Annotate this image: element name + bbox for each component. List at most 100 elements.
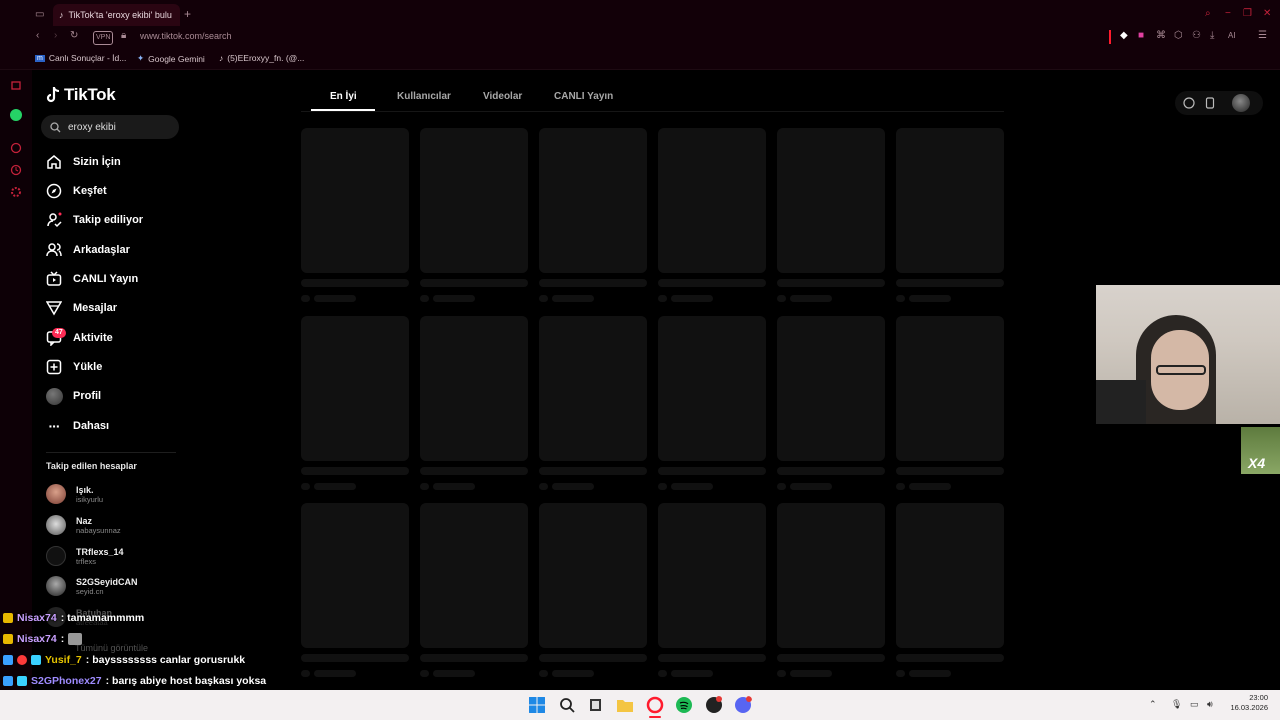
nav-mesajlar[interactable]: Mesajlar <box>45 298 117 318</box>
minimize-icon[interactable]: − <box>1225 9 1231 19</box>
player-icon[interactable] <box>10 142 22 154</box>
glasses <box>1156 365 1206 375</box>
clock-date: 16.03.2026 <box>1230 703 1268 712</box>
nav-label: Keşfet <box>73 185 107 197</box>
tiktok-logo[interactable]: TikTok <box>45 85 116 105</box>
nav-arkadaslar[interactable]: Arkadaşlar <box>45 240 130 260</box>
multiplier-label: X4 <box>1248 455 1266 471</box>
nav-kesfet[interactable]: Keşfet <box>45 181 107 201</box>
video-card-skeleton <box>420 316 528 461</box>
windows-start-icon[interactable] <box>528 696 546 714</box>
opera-sidebar <box>0 0 32 690</box>
username-skeleton <box>552 295 594 302</box>
system-clock[interactable]: 23:00 16.03.2026 <box>1228 693 1268 713</box>
extensions-icon[interactable]: ⬡ <box>1174 31 1183 41</box>
tab-videolar[interactable]: Videolar <box>483 91 522 102</box>
home-icon <box>45 153 63 171</box>
bookmark-1[interactable]: m Canlı Sonuçlar - İd... <box>35 53 126 63</box>
see-all-link[interactable]: Tümünü görüntüle <box>75 643 148 653</box>
opera-gx-taskbar-icon[interactable] <box>646 696 664 714</box>
webcam-overlay <box>1096 285 1280 424</box>
file-explorer-icon[interactable] <box>616 696 634 714</box>
nav-profil[interactable]: Profil <box>45 386 101 406</box>
nav-yukle[interactable]: Yükle <box>45 357 102 377</box>
avatar-skeleton <box>896 670 905 677</box>
tiktok-page <box>32 71 1280 690</box>
extension-2-icon[interactable]: ■ <box>1138 31 1144 41</box>
caption-skeleton <box>658 654 766 662</box>
menu-icon[interactable]: ☰ <box>1258 31 1267 41</box>
tab-en-iyi[interactable]: En İyi <box>330 91 357 102</box>
spotify-icon[interactable] <box>675 696 693 714</box>
browser-tab[interactable]: ♪ TikTok'ta 'eroxy ekibi' bulu <box>53 4 180 26</box>
tab-menu-icon[interactable]: ▭ <box>35 10 44 20</box>
nav-dahasi[interactable]: ··· Dahası <box>45 416 110 436</box>
caption-skeleton <box>539 654 647 662</box>
video-card-skeleton <box>658 316 766 461</box>
account-handle: nabaysunnaz <box>76 525 121 535</box>
messages-icon <box>45 299 63 317</box>
explore-icon[interactable] <box>1183 97 1195 109</box>
video-card-skeleton <box>658 503 766 648</box>
video-card-skeleton <box>301 128 409 273</box>
url-field[interactable]: www.tiktok.com/search <box>140 31 232 41</box>
bookmark-3[interactable]: ♪ (5)EEroxyy_fn. (@... <box>219 53 304 63</box>
tray-chevron-icon[interactable]: ⌃ <box>1149 699 1157 710</box>
nav-label: Arkadaşlar <box>73 244 130 256</box>
account-item[interactable]: TRflexs_14 trflexs <box>46 546 124 566</box>
nav-canli-yayin[interactable]: CANLI Yayın <box>45 269 138 289</box>
vpn-badge[interactable]: VPN <box>93 31 114 45</box>
following-accounts-title: Takip edilen hesaplar <box>46 461 137 471</box>
caption-skeleton <box>777 467 885 475</box>
account-item[interactable]: Naz nabaysunnaz <box>46 515 121 535</box>
chat-message: Nisax74 : tamamammmm <box>3 612 144 624</box>
volume-icon[interactable]: 🔊︎ <box>1207 699 1213 710</box>
bookmark-2[interactable]: ✦ Google Gemini <box>137 53 205 64</box>
account-name: Işık. <box>76 484 94 495</box>
account-handle: trflexs <box>76 556 97 566</box>
avatar-skeleton <box>420 670 429 677</box>
display-icon[interactable]: ▭ <box>1190 699 1199 710</box>
discord-icon[interactable] <box>734 696 752 714</box>
lock-icon[interactable]: 🔒︎ <box>121 31 126 41</box>
nav-label: Profil <box>73 390 102 402</box>
username-skeleton <box>671 483 713 490</box>
user-avatar[interactable] <box>1232 94 1250 112</box>
username-skeleton <box>314 670 356 677</box>
phone-icon[interactable] <box>1205 97 1215 109</box>
maximize-icon[interactable]: ❐ <box>1243 9 1252 19</box>
ai-button[interactable]: AI <box>1228 31 1236 41</box>
microphone-icon[interactable]: 🎙︎ <box>1171 699 1182 710</box>
bag-icon[interactable] <box>10 78 22 90</box>
history-icon[interactable] <box>10 164 22 176</box>
nav-label: CANLI Yayın <box>73 273 139 285</box>
settings-icon[interactable] <box>10 186 22 198</box>
nav-takip-ediliyor[interactable]: Takip ediliyor <box>45 210 143 230</box>
account-item[interactable]: Işık. isikyurlu <box>46 484 103 504</box>
video-card-skeleton <box>777 503 885 648</box>
forward-icon[interactable]: › <box>54 31 57 41</box>
nav-sizin-icin[interactable]: Sizin İçin <box>45 152 121 172</box>
search-input[interactable]: eroxy ekibi <box>41 115 179 139</box>
tiktok-note-icon <box>46 87 60 103</box>
search-tabs-icon[interactable]: ⌕ <box>1205 9 1211 19</box>
task-view-icon[interactable] <box>587 696 605 714</box>
back-icon[interactable]: ‹ <box>36 31 39 41</box>
search-taskbar-icon[interactable] <box>558 696 576 714</box>
activity-badge: 47 <box>52 328 66 338</box>
close-window-icon[interactable]: ✕ <box>1263 9 1271 19</box>
reload-page-icon[interactable]: ↻ <box>70 31 78 41</box>
account-icon[interactable]: ⚇ <box>1192 31 1201 41</box>
username-skeleton <box>909 295 951 302</box>
new-tab-icon[interactable]: + <box>184 8 191 20</box>
video-card-skeleton <box>539 128 647 273</box>
account-item[interactable]: S2GSeyidCAN seyid.cn <box>46 576 138 596</box>
extension-icon[interactable]: ◆ <box>1120 31 1128 41</box>
tab-kullanicilar[interactable]: Kullanıcılar <box>397 91 451 102</box>
obs-icon[interactable] <box>705 696 723 714</box>
extension-3-icon[interactable]: ⌘ <box>1156 31 1166 41</box>
chat-message: S2GPhonex27 : barış abiye host başkası y… <box>3 675 266 687</box>
download-icon[interactable]: ⤓ <box>1210 31 1214 41</box>
whatsapp-icon[interactable] <box>9 108 23 122</box>
tab-canli-yayin[interactable]: CANLI Yayın <box>554 91 613 102</box>
